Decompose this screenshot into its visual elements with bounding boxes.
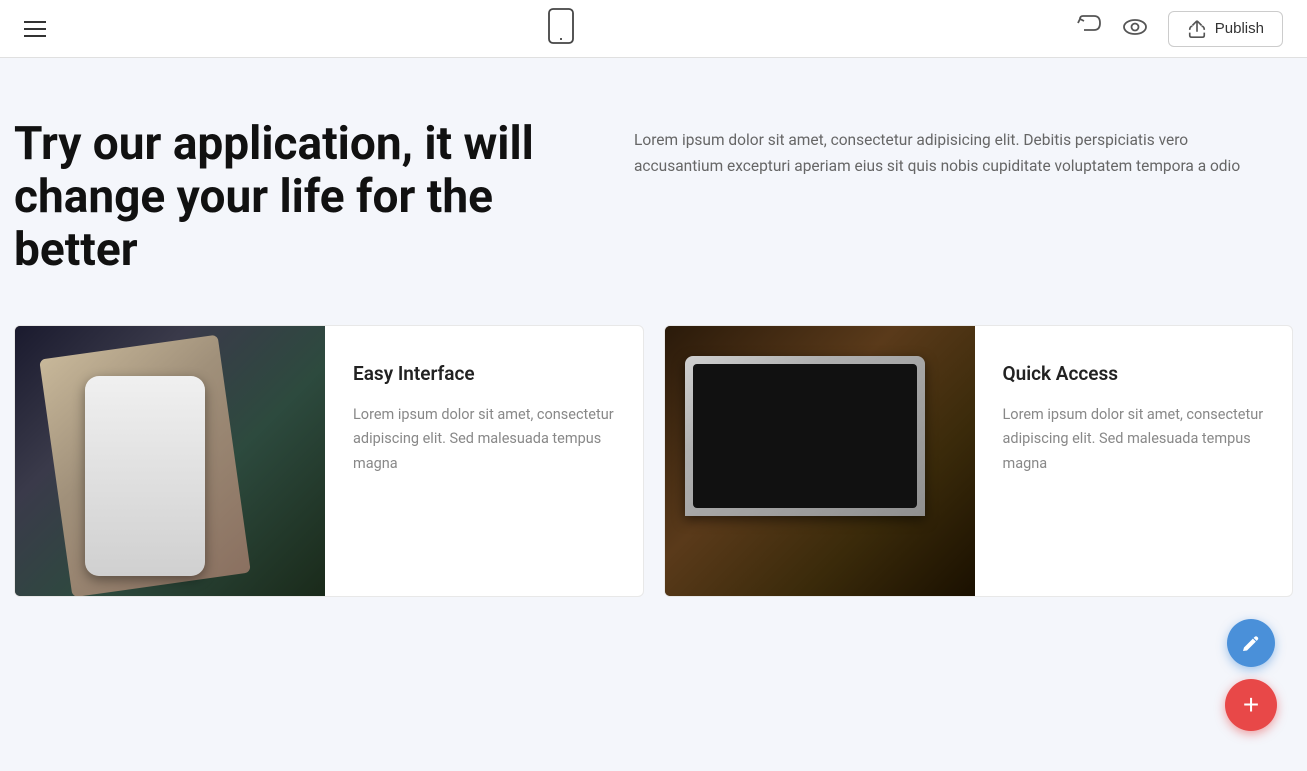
feature-card-quick-access: Quick Access Lorem ipsum dolor sit amet,…: [664, 325, 1294, 597]
topbar-left: [24, 21, 46, 37]
undo-button[interactable]: [1076, 15, 1102, 42]
topbar-center: [547, 7, 575, 50]
phone-image: [15, 326, 325, 596]
card-description-easy-interface: Lorem ipsum dolor sit amet, consectetur …: [353, 403, 615, 477]
main-content: Try our application, it will change your…: [0, 58, 1307, 597]
card-title-quick-access: Quick Access: [1003, 362, 1265, 385]
card-content-quick-access: Quick Access Lorem ipsum dolor sit amet,…: [975, 326, 1293, 596]
card-description-quick-access: Lorem ipsum dolor sit amet, consectetur …: [1003, 403, 1265, 477]
add-fab-button[interactable]: +: [1225, 679, 1277, 731]
hero-title: Try our application, it will change your…: [14, 118, 574, 277]
hero-section: Try our application, it will change your…: [14, 118, 1293, 277]
feature-cards: Easy Interface Lorem ipsum dolor sit ame…: [14, 325, 1293, 597]
edit-fab-button[interactable]: [1227, 619, 1275, 667]
publish-button[interactable]: Publish: [1168, 11, 1283, 47]
fab-container: +: [1225, 619, 1277, 731]
topbar-right: Publish: [1076, 11, 1283, 47]
card-title-easy-interface: Easy Interface: [353, 362, 615, 385]
feature-card-easy-interface: Easy Interface Lorem ipsum dolor sit ame…: [14, 325, 644, 597]
menu-button[interactable]: [24, 21, 46, 37]
publish-label: Publish: [1215, 20, 1264, 37]
hero-description: Lorem ipsum dolor sit amet, consectetur …: [634, 118, 1254, 179]
mobile-view-icon[interactable]: [547, 7, 575, 50]
card-content-easy-interface: Easy Interface Lorem ipsum dolor sit ame…: [325, 326, 643, 596]
card-image-phone: [15, 326, 325, 596]
laptop-image: [665, 326, 975, 596]
card-image-laptop: [665, 326, 975, 596]
preview-button[interactable]: [1122, 18, 1148, 40]
topbar: Publish: [0, 0, 1307, 58]
